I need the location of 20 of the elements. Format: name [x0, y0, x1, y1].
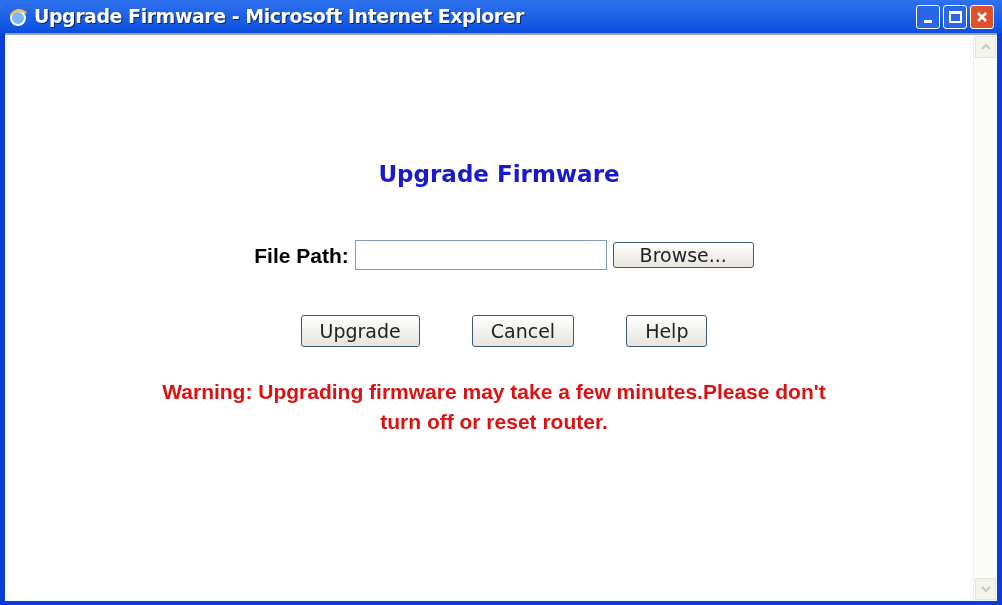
action-button[interactable]: Cancel: [471, 315, 575, 347]
scroll-down-button[interactable]: [975, 578, 996, 600]
action-button[interactable]: Upgrade: [300, 315, 420, 347]
minimize-button[interactable]: [916, 4, 940, 29]
field-label: File Path:: [254, 242, 349, 269]
action-button[interactable]: Help: [626, 315, 708, 347]
close-button[interactable]: [970, 4, 994, 29]
maximize-icon: [948, 10, 962, 23]
browse-button[interactable]: Browse...: [612, 242, 754, 269]
page-heading: Upgrade Firmware: [378, 160, 620, 189]
warning-text: turn off or reset router.: [380, 409, 608, 435]
file-path-field[interactable]: [354, 240, 607, 271]
minimize-icon: [924, 19, 932, 23]
browser-icon: [8, 6, 28, 27]
scrollbar[interactable]: [973, 35, 997, 601]
window-title: Upgrade Firmware - Microsoft Internet Explorer: [34, 4, 524, 30]
warning-text: Warning: Upgrading firmware may take a few minutes.Please don't: [162, 379, 826, 405]
close-icon: [976, 10, 988, 23]
scroll-up-button[interactable]: [975, 36, 996, 58]
maximize-button[interactable]: [943, 4, 967, 29]
